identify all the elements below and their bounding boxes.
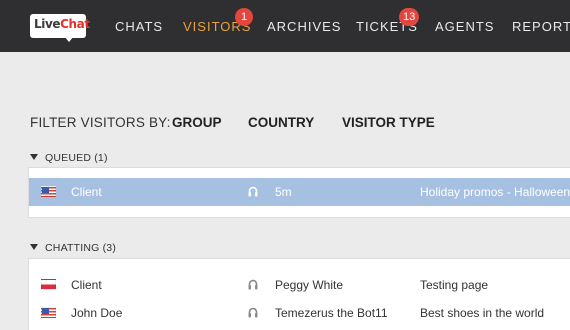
nav-reports[interactable]: REPORTS [512, 19, 570, 34]
queued-section-title: QUEUED (1) [45, 152, 108, 164]
visited-page: Holiday promos - Halloween [420, 185, 570, 199]
chatting-section-toggle[interactable]: CHATTING (3) [30, 242, 116, 254]
visitor-row[interactable]: John Doe Temezerus the Bot11 Best shoes … [29, 299, 570, 327]
visitor-name: Client [71, 185, 102, 199]
collapse-triangle-icon [30, 244, 38, 250]
visited-page: Best shoes in the world [420, 306, 545, 320]
logo-text: LiveChat [34, 17, 90, 31]
wait-time: 5m [275, 185, 292, 199]
filter-visitor-type-option[interactable]: VISITOR TYPE [342, 115, 435, 130]
top-nav-bar: LiveChat CHATS VISITORS 1 ARCHIVES TICKE… [0, 0, 570, 52]
livechat-logo[interactable]: LiveChat [30, 14, 90, 42]
queued-visitors-list: Client 5m Holiday promos - Halloween [28, 167, 570, 218]
nav-archives[interactable]: ARCHIVES [267, 19, 341, 34]
nav-visitors[interactable]: VISITORS 1 [183, 8, 253, 34]
nav-agents[interactable]: AGENTS [435, 19, 494, 34]
visitor-row[interactable]: Client 5m Holiday promos - Halloween [29, 178, 570, 206]
visitor-name: John Doe [71, 306, 123, 320]
nav-tickets[interactable]: TICKETS 13 [356, 8, 420, 34]
nav-chats[interactable]: CHATS [115, 19, 163, 34]
chatting-section-title: CHATTING (3) [45, 242, 117, 254]
visitors-count-badge: 1 [235, 8, 253, 26]
headset-icon [248, 186, 258, 197]
filter-group-option[interactable]: GROUP [172, 115, 222, 130]
headset-icon [248, 307, 258, 318]
visitor-name: Client [71, 278, 102, 292]
filter-country-option[interactable]: COUNTRY [248, 115, 314, 130]
queued-section-toggle[interactable]: QUEUED (1) [30, 152, 108, 164]
visited-page: Testing page [420, 278, 489, 292]
us-flag-icon [41, 307, 56, 318]
tickets-count-badge: 13 [399, 8, 420, 26]
agent-name: Peggy White [275, 278, 344, 292]
logo-speech-tail [64, 36, 74, 42]
visitor-row[interactable]: Client Peggy White Testing page [29, 271, 570, 299]
pl-flag-icon [41, 279, 56, 290]
agent-name: Temezerus the Bot11 [275, 306, 388, 320]
chatting-visitors-list: Client Peggy White Testing page John Doe… [28, 258, 570, 330]
collapse-triangle-icon [30, 154, 38, 160]
us-flag-icon [41, 186, 56, 197]
headset-icon [248, 279, 258, 290]
filter-label: FILTER VISITORS BY: [30, 115, 171, 130]
